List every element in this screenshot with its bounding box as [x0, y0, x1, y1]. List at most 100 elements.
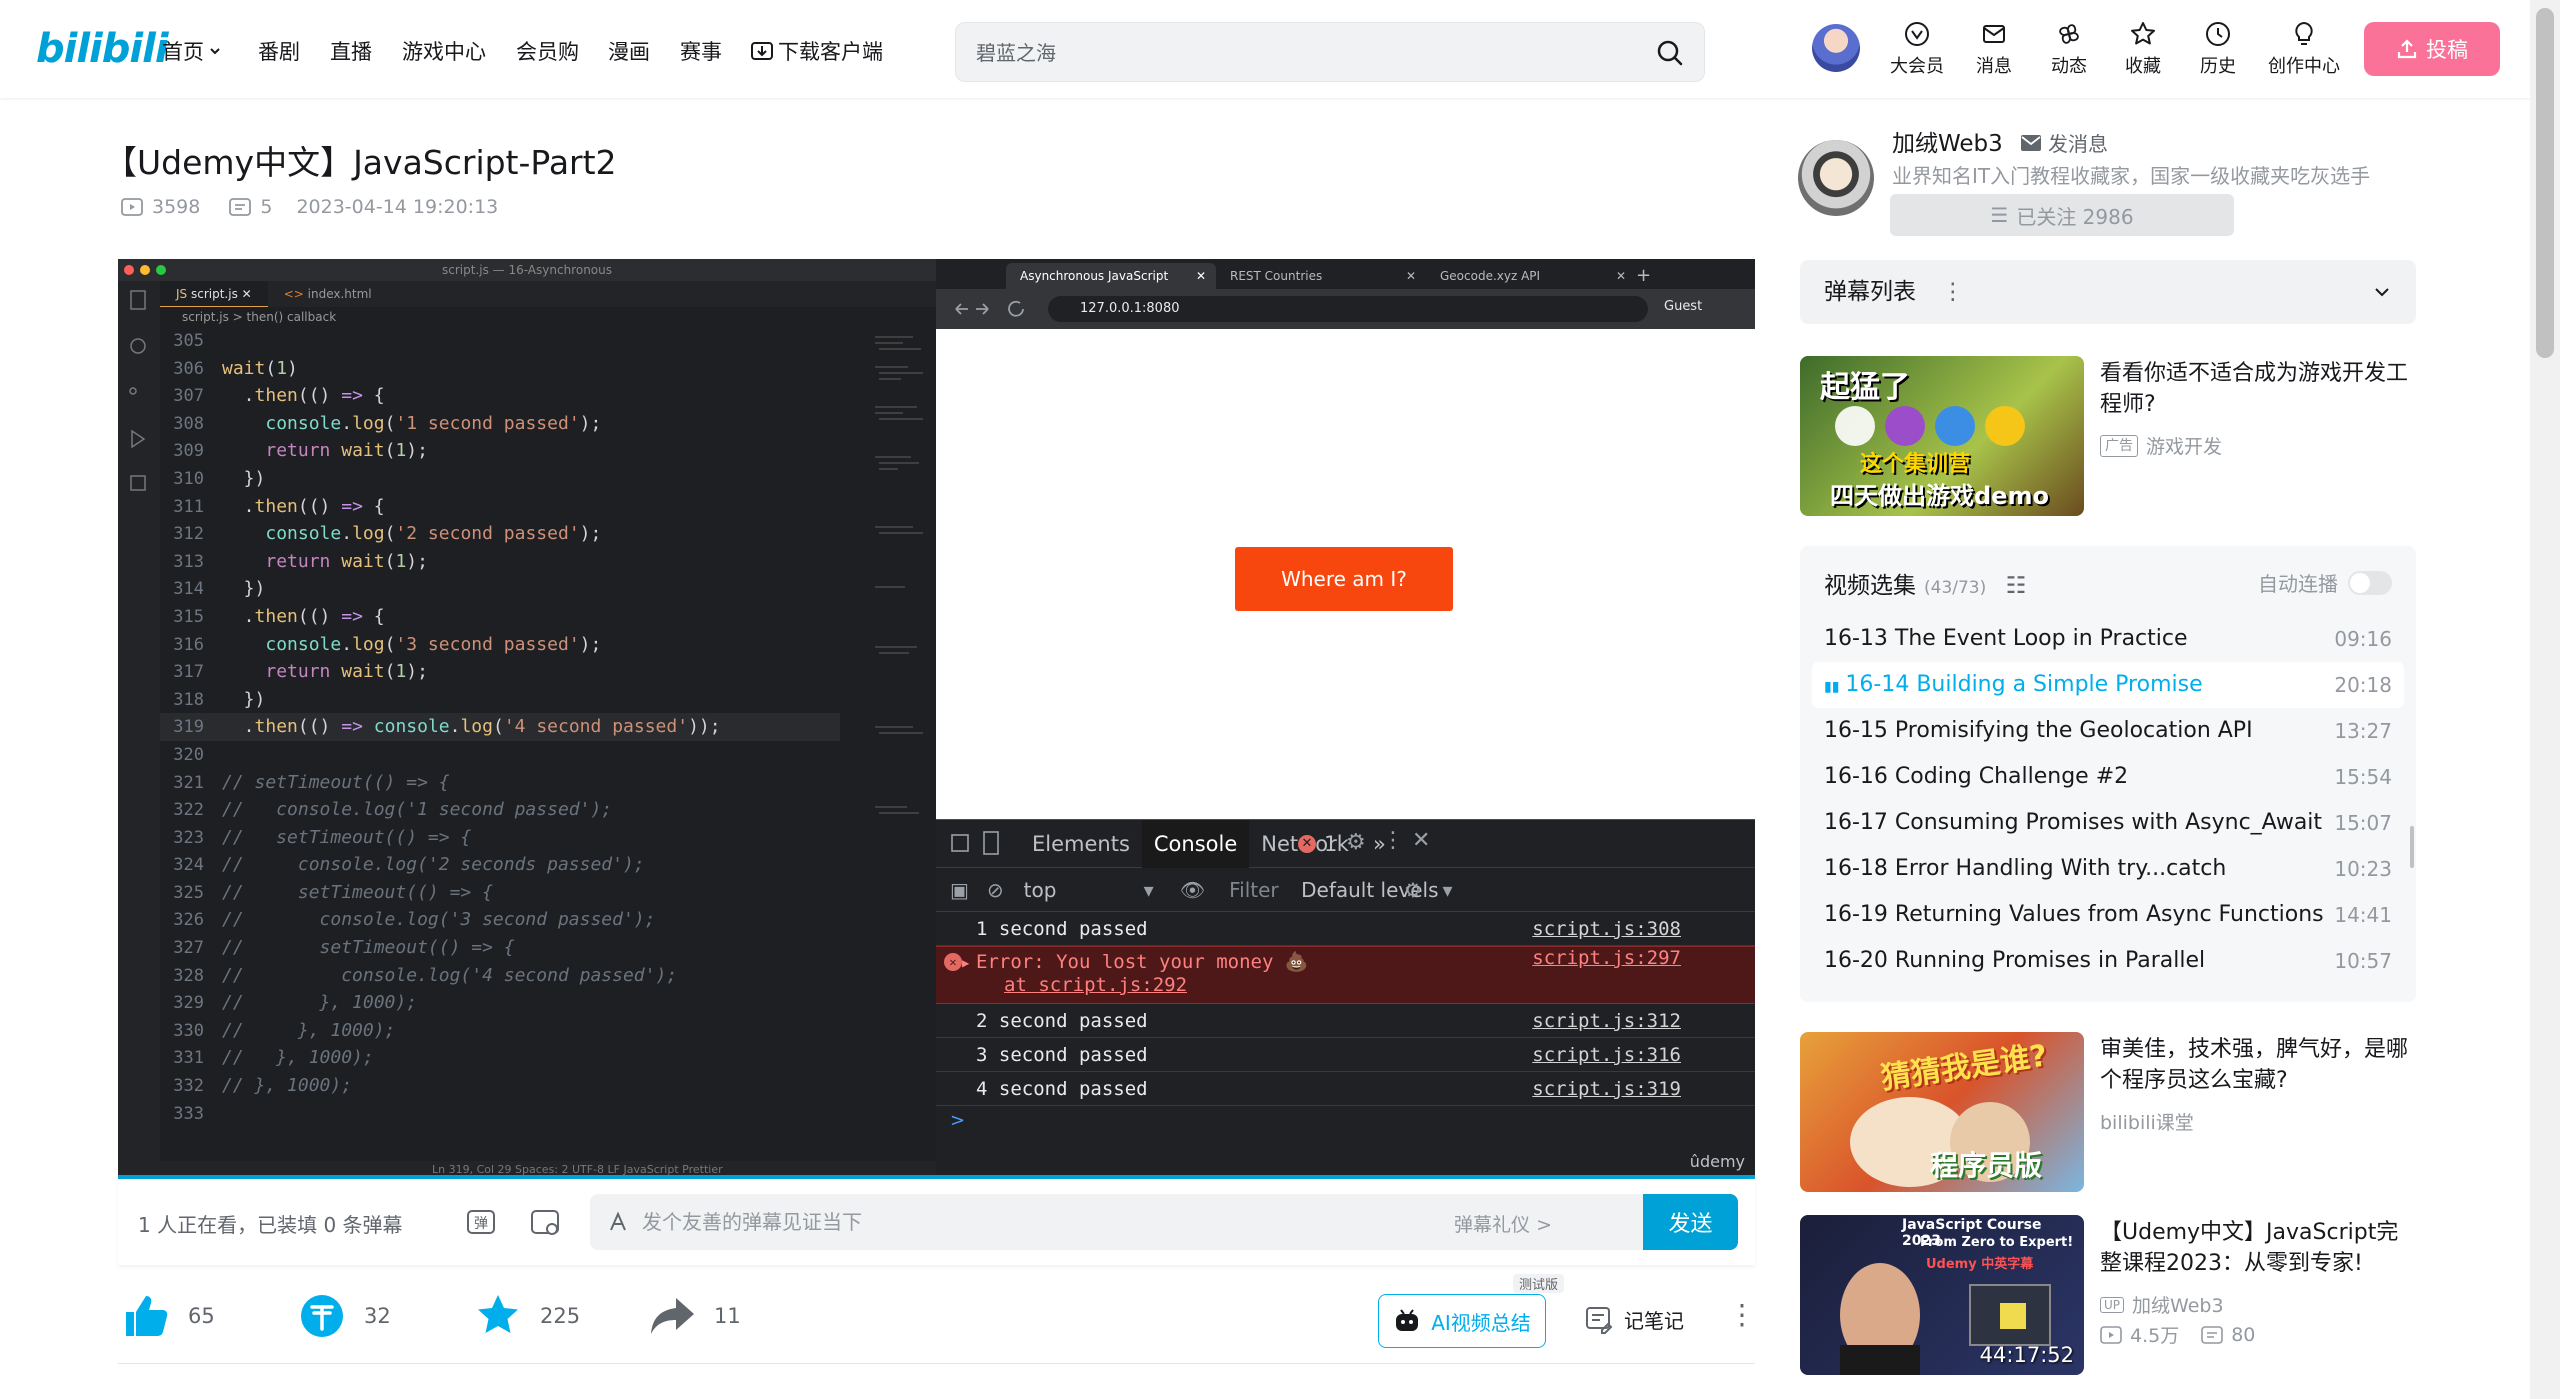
nav-esports[interactable]: 赛事 [680, 36, 722, 66]
autoplay-toggle[interactable]: 自动连播 [2258, 568, 2392, 597]
console-error-source[interactable]: script.js:297 [1532, 941, 1681, 975]
code-line[interactable]: 330 // }, 1000); [160, 1017, 840, 1045]
ai-summary-button[interactable]: AI视频总结 [1378, 1294, 1546, 1348]
ad-card[interactable]: 起猛了 这个集训营 四天做出游戏demo 看看你适不适合成为游戏开发工程师? 广… [1800, 356, 2416, 518]
code-line[interactable]: 310 }) [160, 465, 840, 493]
code-line[interactable]: 320 [160, 741, 840, 769]
recommend-author[interactable]: bilibili课堂 [2100, 1108, 2194, 1135]
header-message[interactable]: 消息 [1959, 20, 2029, 78]
code-line[interactable]: 329 // }, 1000); [160, 989, 840, 1017]
uploader-avatar[interactable] [1798, 140, 1874, 216]
inspect-icons[interactable] [942, 820, 1012, 868]
uploader-name[interactable]: 加绒Web3 [1892, 124, 2003, 158]
coin-button[interactable]: 32 [298, 1292, 391, 1340]
clear-console-icon[interactable]: ⊘ [987, 878, 1004, 902]
code-line[interactable]: 308 console.log('1 second passed'); [160, 410, 840, 438]
follow-button[interactable]: ☰ 已关注 2986 [1890, 194, 2234, 236]
code-line[interactable]: 309 return wait(1); [160, 437, 840, 465]
recommend-title[interactable]: 【Udemy中文】JavaScript完整课程2023：从零到专家! [2100, 1217, 2416, 1279]
bilibili-logo[interactable]: bilibili [36, 26, 169, 72]
favorite-button[interactable]: 225 [474, 1292, 580, 1340]
code-line[interactable]: 315 .then(() => { [160, 603, 840, 631]
reload-icon[interactable] [1008, 300, 1024, 317]
code-line[interactable]: 306 wait(1) [160, 355, 840, 383]
user-avatar[interactable] [1812, 24, 1860, 72]
console-prompt[interactable]: > [936, 1106, 1755, 1136]
code-line[interactable]: 312 console.log('2 second passed'); [160, 520, 840, 548]
nav-home[interactable]: 首页 [162, 36, 222, 66]
danmaku-settings-icon[interactable] [528, 1205, 562, 1239]
playlist-scrollbar[interactable] [2410, 826, 2414, 868]
nav-manga[interactable]: 漫画 [608, 36, 650, 66]
live-expression-icon[interactable]: 👁 [1180, 878, 1205, 902]
recommend-card[interactable]: 猜猜我是谁? 程序员版 审美佳，技术强，脾气好，是哪个程序员这么宝藏? bili… [1800, 1032, 2416, 1194]
devtools-tab-elements[interactable]: Elements [1020, 820, 1142, 868]
error-counter[interactable]: ✕ 1 [1298, 832, 1337, 856]
recommend-thumbnail[interactable]: JavaScript Course 2023 From Zero to Expe… [1800, 1215, 2084, 1375]
inspect-element-icon[interactable] [951, 833, 969, 852]
code-line[interactable]: 327 // setTimeout(() => { [160, 934, 840, 962]
device-toolbar-icon[interactable] [983, 830, 999, 855]
playlist-item-active[interactable]: ▮▮ 16-14 Building a Simple Promise 20:18 [1812, 662, 2404, 708]
console-row-source[interactable]: script.js:319 [1532, 1072, 1681, 1106]
page-scrollbar-thumb[interactable] [2536, 8, 2554, 358]
send-message-button[interactable]: 发消息 [2020, 128, 2108, 157]
header-favorites[interactable]: 收藏 [2108, 20, 2178, 78]
code-line[interactable]: 318 }) [160, 686, 840, 714]
danmaku-input[interactable] [642, 1208, 1342, 1236]
settings-gear-icon[interactable]: ⚙ [1346, 830, 1366, 855]
share-button[interactable]: 11 [648, 1292, 741, 1340]
danmaku-list-menu-icon[interactable]: ⋮ [1941, 279, 1964, 305]
sidebar-toggle-icon[interactable]: ▣ [950, 878, 969, 902]
playlist-item[interactable]: 16-19 Returning Values from Async Functi… [1812, 892, 2404, 938]
nav-game-center[interactable]: 游戏中心 [402, 36, 486, 66]
browser-tab-rest[interactable]: REST Countries ✕ [1216, 263, 1426, 289]
forward-icon[interactable] [976, 303, 989, 315]
code-line[interactable]: 328 // console.log('4 second passed'); [160, 962, 840, 990]
autoplay-switch[interactable] [2348, 570, 2392, 595]
header-creator-center[interactable]: 创作中心 [2262, 20, 2346, 78]
code-line[interactable]: 307 .then(() => { [160, 382, 840, 410]
browser-tab-async[interactable]: Asynchronous JavaScript ✕ [1006, 263, 1216, 289]
playlist-item[interactable]: 16-18 Error Handling With try...catch 10:… [1812, 846, 2404, 892]
ad-thumbnail[interactable]: 起猛了 这个集训营 四天做出游戏demo [1800, 356, 2084, 516]
header-history[interactable]: 历史 [2183, 20, 2253, 78]
like-button[interactable]: 65 [122, 1292, 215, 1340]
code-line[interactable]: 322 // console.log('1 second passed'); [160, 796, 840, 824]
code-line[interactable]: 316 console.log('3 second passed'); [160, 631, 840, 659]
recommend-thumbnail[interactable]: 猜猜我是谁? 程序员版 [1800, 1032, 2084, 1192]
danmaku-toggle-icon[interactable]: 弹 [464, 1205, 498, 1239]
playlist-item[interactable]: 16-16 Coding Challenge #2 15:54 [1812, 754, 2404, 800]
code-line[interactable]: 324 // console.log('2 seconds passed'); [160, 851, 840, 879]
recommend-card[interactable]: JavaScript Course 2023 From Zero to Expe… [1800, 1215, 2416, 1377]
nav-live[interactable]: 直播 [330, 36, 372, 66]
devtools-tab-console[interactable]: Console [1141, 819, 1250, 868]
back-icon[interactable] [955, 303, 968, 315]
header-vip[interactable]: 大会员 [1882, 20, 1952, 78]
kebab-menu-icon[interactable]: ⋮ [1382, 828, 1404, 853]
notes-button[interactable]: 记笔记 [1584, 1304, 1684, 1334]
nav-download-client[interactable]: 下载客户端 [750, 36, 883, 66]
where-am-i-button[interactable]: Where am I? [1235, 547, 1453, 611]
code-line[interactable]: 323 // setTimeout(() => { [160, 824, 840, 852]
console-filter[interactable]: Filter [1229, 878, 1301, 902]
search-icon[interactable] [1654, 37, 1686, 69]
send-danmaku-button[interactable]: 发送 [1643, 1194, 1738, 1250]
page-scrollbar[interactable] [2530, 0, 2560, 1399]
code-line[interactable]: 325 // setTimeout(() => { [160, 879, 840, 907]
code-line[interactable]: 317 return wait(1); [160, 658, 840, 686]
nav-mall[interactable]: 会员购 [516, 36, 579, 66]
browser-url[interactable]: 127.0.0.1:8080 [1048, 296, 1648, 322]
code-line[interactable]: 313 return wait(1); [160, 548, 840, 576]
more-options-icon[interactable]: ⋮ [1728, 1298, 1756, 1331]
code-line[interactable]: 326 // console.log('3 second passed'); [160, 906, 840, 934]
code-line[interactable]: 305 [160, 327, 840, 355]
vscode-tab-index[interactable]: <> index.html [268, 281, 388, 307]
code-line[interactable]: 311 .then(() => { [160, 493, 840, 521]
font-style-icon[interactable] [606, 1210, 630, 1234]
danmaku-etiquette-link[interactable]: 弹幕礼仪 > [1454, 1210, 1552, 1237]
recommend-title[interactable]: 审美佳，技术强，脾气好，是哪个程序员这么宝藏? [2100, 1034, 2416, 1096]
browser-profile[interactable]: Guest [1664, 299, 1702, 314]
context-select[interactable]: top [1024, 878, 1144, 902]
nav-bangumi[interactable]: 番剧 [258, 36, 300, 66]
